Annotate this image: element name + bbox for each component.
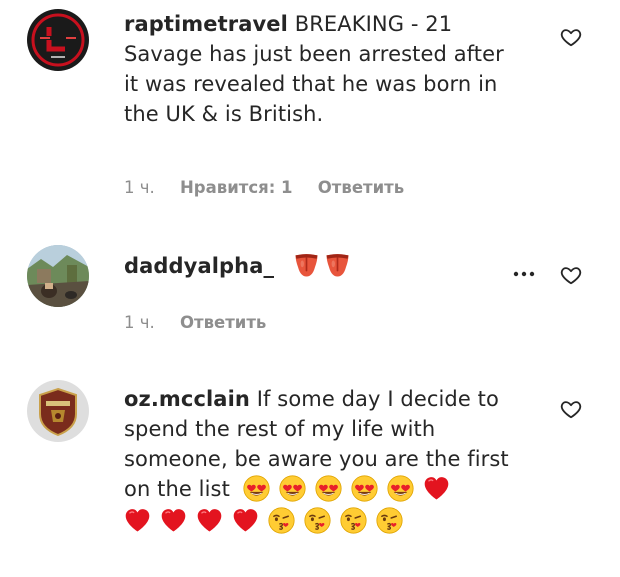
emoji-row: [124, 506, 524, 536]
kiss-wink-emoji: [304, 507, 331, 534]
comment-meta: 1 ч. Нравится: 1 Ответить: [124, 178, 424, 197]
more-options-icon[interactable]: [513, 269, 535, 279]
comment-time: 1 ч.: [124, 313, 155, 332]
avatar[interactable]: [27, 9, 89, 71]
comment-body: oz.mcclain If some day I decide to spend…: [124, 384, 524, 536]
red-heart-emoji: [232, 507, 259, 534]
kiss-wink-emoji: [268, 507, 295, 534]
comment-username[interactable]: raptimetravel: [124, 12, 288, 36]
red-heart-emoji: [196, 507, 223, 534]
kiss-wink-emoji: [340, 507, 367, 534]
tongue-emoji: [324, 252, 351, 279]
kiss-wink-emoji: [376, 507, 403, 534]
red-heart-emoji: [124, 507, 151, 534]
red-heart-emoji: [423, 475, 450, 502]
comment-time: 1 ч.: [124, 178, 155, 197]
reply-button[interactable]: Ответить: [180, 313, 266, 332]
heart-outline-icon[interactable]: [560, 398, 582, 420]
heart-eyes-emoji: [387, 475, 414, 502]
comment-username[interactable]: oz.mcclain: [124, 387, 250, 411]
heart-eyes-emoji: [243, 475, 270, 502]
heart-eyes-emoji: [279, 475, 306, 502]
reply-button[interactable]: Ответить: [318, 178, 404, 197]
comment-body: raptimetravel BREAKING - 21 Savage has j…: [124, 9, 524, 129]
tongue-emoji: [293, 252, 320, 279]
red-heart-emoji: [160, 507, 187, 534]
likes-count-button[interactable]: Нравится: 1: [180, 178, 293, 197]
comment-username[interactable]: daddyalpha_: [124, 254, 274, 278]
heart-outline-icon[interactable]: [560, 26, 582, 48]
comment-body: daddyalpha_: [124, 251, 524, 281]
heart-outline-icon[interactable]: [560, 264, 582, 286]
heart-eyes-emoji: [351, 475, 378, 502]
avatar[interactable]: [27, 245, 89, 307]
comment-meta: 1 ч. Ответить: [124, 313, 286, 332]
avatar[interactable]: [27, 380, 89, 442]
heart-eyes-emoji: [315, 475, 342, 502]
